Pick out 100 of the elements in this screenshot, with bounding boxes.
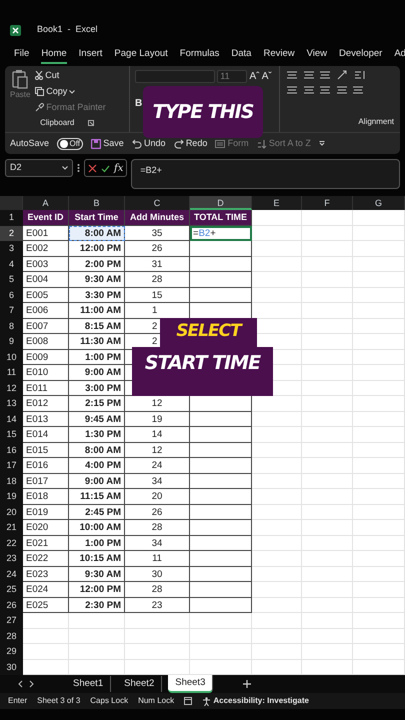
row-header[interactable]: 2 bbox=[0, 226, 23, 241]
formula-field[interactable]: =B2+ bbox=[131, 159, 400, 189]
name-box[interactable]: D2 bbox=[5, 159, 73, 177]
previous-sheet-icon[interactable] bbox=[18, 680, 23, 688]
table-cell: E022 bbox=[23, 551, 69, 566]
font-size-button[interactable]: Aˇ bbox=[262, 69, 272, 84]
redo-button[interactable]: Redo bbox=[174, 136, 208, 150]
row-header[interactable]: 3 bbox=[0, 241, 23, 256]
table-cell: E002 bbox=[23, 241, 69, 256]
row-header[interactable]: 12 bbox=[0, 380, 23, 396]
align-icon[interactable] bbox=[302, 70, 314, 80]
group-label: Alignment bbox=[357, 116, 394, 128]
row-header[interactable]: 11 bbox=[0, 365, 23, 380]
more-options-icon[interactable] bbox=[77, 163, 80, 173]
menu-tab[interactable]: Review bbox=[263, 46, 295, 64]
table-cell: 1 bbox=[125, 303, 190, 318]
table-cell: 9:45 AM bbox=[69, 412, 125, 427]
table-cell[interactable]: =B2+ bbox=[190, 226, 252, 241]
sheet-tab[interactable]: Sheet3 bbox=[168, 674, 214, 694]
align-icon[interactable] bbox=[286, 84, 298, 94]
menu-tab[interactable]: Page Layout bbox=[114, 46, 168, 64]
menu-tab[interactable]: Insert bbox=[78, 46, 102, 64]
row-header[interactable]: 4 bbox=[0, 256, 23, 272]
row-header[interactable]: 28 bbox=[0, 628, 23, 644]
dialog-launcher-icon[interactable] bbox=[88, 120, 94, 126]
row-header[interactable]: 26 bbox=[0, 598, 23, 613]
row-header[interactable]: 5 bbox=[0, 272, 23, 288]
row-header[interactable]: 23 bbox=[0, 551, 23, 566]
font-size-field[interactable]: 11 bbox=[217, 70, 248, 83]
font-name-field[interactable] bbox=[135, 70, 215, 83]
accessibility-button[interactable]: Accessibility: Investigate bbox=[202, 695, 309, 707]
insert-function-button[interactable]: fx bbox=[114, 160, 124, 176]
menu-tab[interactable]: View bbox=[306, 46, 328, 64]
undo-button[interactable]: Undo bbox=[132, 136, 166, 150]
table-cell: 31 bbox=[125, 256, 190, 272]
table-cell: E004 bbox=[23, 272, 69, 288]
row-header[interactable]: 18 bbox=[0, 474, 23, 489]
dropdown-icon[interactable] bbox=[318, 141, 325, 146]
table-cell: 9:30 AM bbox=[69, 566, 125, 582]
menu-tab[interactable]: Developer bbox=[339, 46, 382, 64]
menu-tab[interactable]: Formulas bbox=[180, 46, 220, 64]
column-header[interactable]: C bbox=[125, 196, 190, 210]
row-header[interactable]: 7 bbox=[0, 303, 23, 318]
row-header[interactable]: 6 bbox=[0, 288, 23, 303]
align-icon[interactable] bbox=[319, 84, 331, 94]
row-header[interactable]: 1 bbox=[0, 210, 23, 226]
cut-button[interactable]: Cut bbox=[34, 69, 106, 82]
table-cell: E012 bbox=[23, 396, 69, 412]
save-button[interactable]: Save bbox=[91, 136, 124, 150]
sheet-tab[interactable]: Sheet1 bbox=[66, 676, 112, 692]
next-sheet-icon[interactable] bbox=[29, 680, 34, 688]
column-header[interactable]: F bbox=[302, 196, 353, 210]
row-header[interactable]: 21 bbox=[0, 520, 23, 536]
align-icon[interactable] bbox=[319, 70, 331, 80]
column-header[interactable]: G bbox=[353, 196, 405, 210]
calendar-icon[interactable] bbox=[184, 697, 192, 705]
row-header[interactable]: 14 bbox=[0, 412, 23, 427]
row-header[interactable]: 30 bbox=[0, 660, 23, 675]
cancel-icon[interactable] bbox=[88, 164, 97, 172]
row-header[interactable]: 19 bbox=[0, 489, 23, 504]
align-icon[interactable] bbox=[286, 70, 298, 80]
menu-tab[interactable]: Data bbox=[231, 46, 252, 64]
check-icon[interactable] bbox=[101, 164, 110, 172]
column-header[interactable]: E bbox=[252, 196, 302, 210]
row-header[interactable]: 9 bbox=[0, 334, 23, 350]
sheet-tab[interactable]: Sheet2 bbox=[117, 676, 162, 692]
row-header[interactable]: 16 bbox=[0, 442, 23, 458]
bold-button[interactable]: B bbox=[135, 96, 142, 112]
autosave-toggle[interactable]: Off bbox=[57, 138, 84, 150]
menu-tab[interactable]: Ad bbox=[394, 46, 405, 64]
row-header[interactable]: 22 bbox=[0, 536, 23, 551]
row-header[interactable]: 25 bbox=[0, 582, 23, 598]
row-header[interactable]: 29 bbox=[0, 644, 23, 660]
row-header[interactable]: 8 bbox=[0, 318, 23, 334]
align-icon[interactable] bbox=[302, 84, 314, 94]
row-header[interactable]: 10 bbox=[0, 350, 23, 365]
align-icon[interactable] bbox=[336, 84, 348, 94]
menu-tab[interactable]: Home bbox=[41, 46, 67, 64]
group-label: Clipboard bbox=[40, 117, 74, 129]
column-header[interactable]: D bbox=[190, 196, 252, 210]
row-header[interactable]: 24 bbox=[0, 566, 23, 582]
table-cell: 12:00 PM bbox=[69, 241, 125, 256]
add-sheet-icon[interactable] bbox=[243, 680, 252, 688]
row-header[interactable]: 27 bbox=[0, 613, 23, 628]
paste-button[interactable]: Paste bbox=[10, 69, 30, 117]
row-header[interactable]: 17 bbox=[0, 458, 23, 474]
row-header[interactable]: 13 bbox=[0, 396, 23, 412]
column-header[interactable]: B bbox=[69, 196, 125, 210]
paragraph-icon[interactable] bbox=[354, 70, 366, 80]
row-header[interactable]: 20 bbox=[0, 504, 23, 520]
font-size-button[interactable]: Aˆ bbox=[250, 69, 260, 84]
select-all-corner[interactable] bbox=[0, 196, 23, 210]
column-header[interactable]: A bbox=[23, 196, 69, 210]
text-orientation-icon[interactable] bbox=[336, 70, 350, 80]
row-header[interactable]: 15 bbox=[0, 427, 23, 442]
align-icon[interactable] bbox=[352, 84, 364, 94]
table-cell: E023 bbox=[23, 566, 69, 582]
copy-button[interactable]: Copy bbox=[34, 84, 106, 98]
menu-tab[interactable]: File bbox=[14, 46, 30, 64]
window-title: Book1 - Excel bbox=[37, 23, 98, 36]
